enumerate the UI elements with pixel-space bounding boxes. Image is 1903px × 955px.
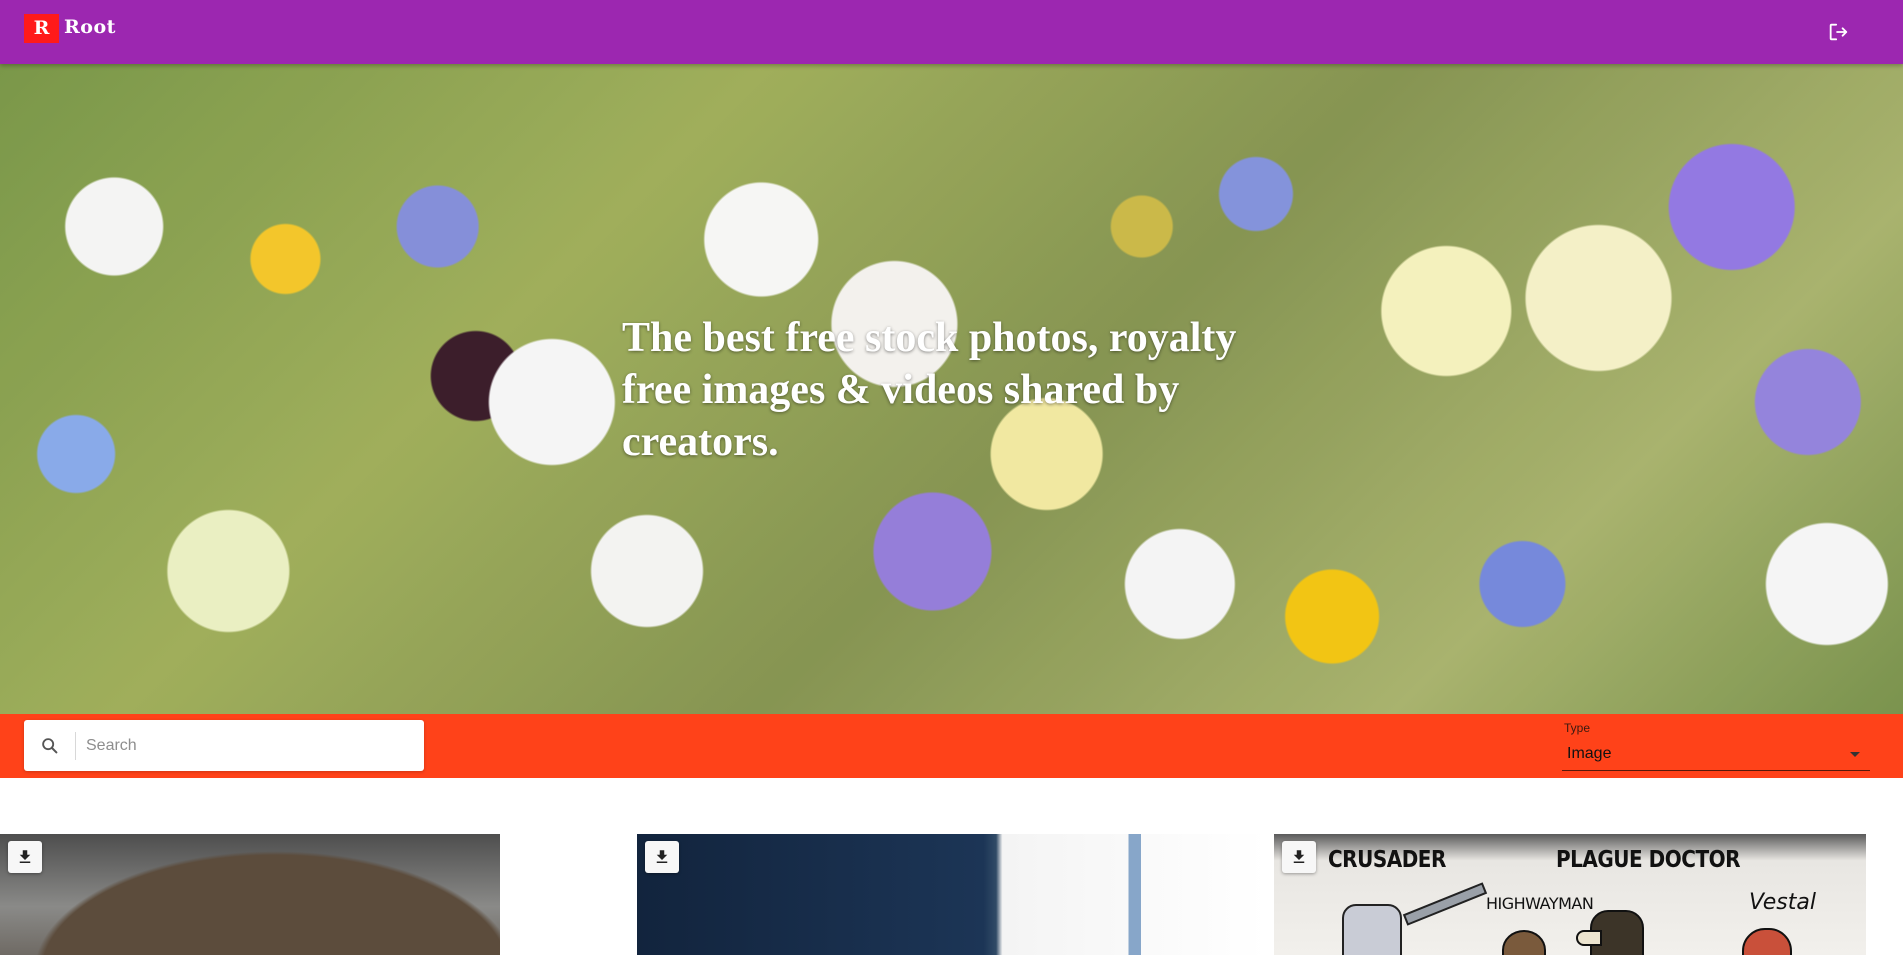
app-name[interactable]: Root: [64, 16, 116, 38]
art-text-highwayman: HIGHWAYMAN: [1486, 894, 1594, 913]
app-bar: R Root: [0, 0, 1903, 64]
hero-banner: The best free stock photos, royalty free…: [0, 64, 1903, 714]
result-card[interactable]: [637, 834, 1267, 955]
download-icon: [19, 850, 31, 863]
search-input[interactable]: [86, 733, 406, 758]
type-select-label: Type: [1564, 721, 1591, 735]
download-button[interactable]: [645, 841, 679, 873]
art-text-crusader: CRUSADER: [1328, 845, 1446, 873]
hero-title: The best free stock photos, royalty free…: [622, 315, 1237, 465]
download-icon: [1293, 850, 1305, 863]
type-select[interactable]: Type Image: [1562, 721, 1870, 771]
type-select-underline: [1562, 770, 1870, 771]
result-card[interactable]: CRUSADER PLAGUE DOCTOR HIGHWAYMAN Vestal: [1274, 834, 1866, 955]
search-box: [24, 720, 424, 771]
logout-icon: [1829, 23, 1848, 41]
logout-button[interactable]: [1820, 16, 1856, 48]
download-button[interactable]: [1282, 841, 1316, 873]
result-image-dark-room[interactable]: [637, 834, 1267, 955]
dropdown-arrow-icon: [1850, 752, 1860, 757]
search-divider: [75, 732, 76, 760]
search-icon: [42, 738, 58, 754]
type-select-value: Image: [1567, 745, 1612, 762]
result-card[interactable]: [0, 834, 500, 955]
knight-illustration: [1342, 904, 1402, 955]
art-text-vestal: Vestal: [1749, 890, 1816, 915]
download-button[interactable]: [8, 841, 42, 873]
download-icon: [656, 850, 668, 863]
art-text-plague-doctor: PLAGUE DOCTOR: [1556, 845, 1741, 873]
beak-illustration: [1576, 930, 1602, 946]
result-image-rock[interactable]: [0, 834, 500, 955]
logo-badge[interactable]: R: [24, 14, 59, 43]
